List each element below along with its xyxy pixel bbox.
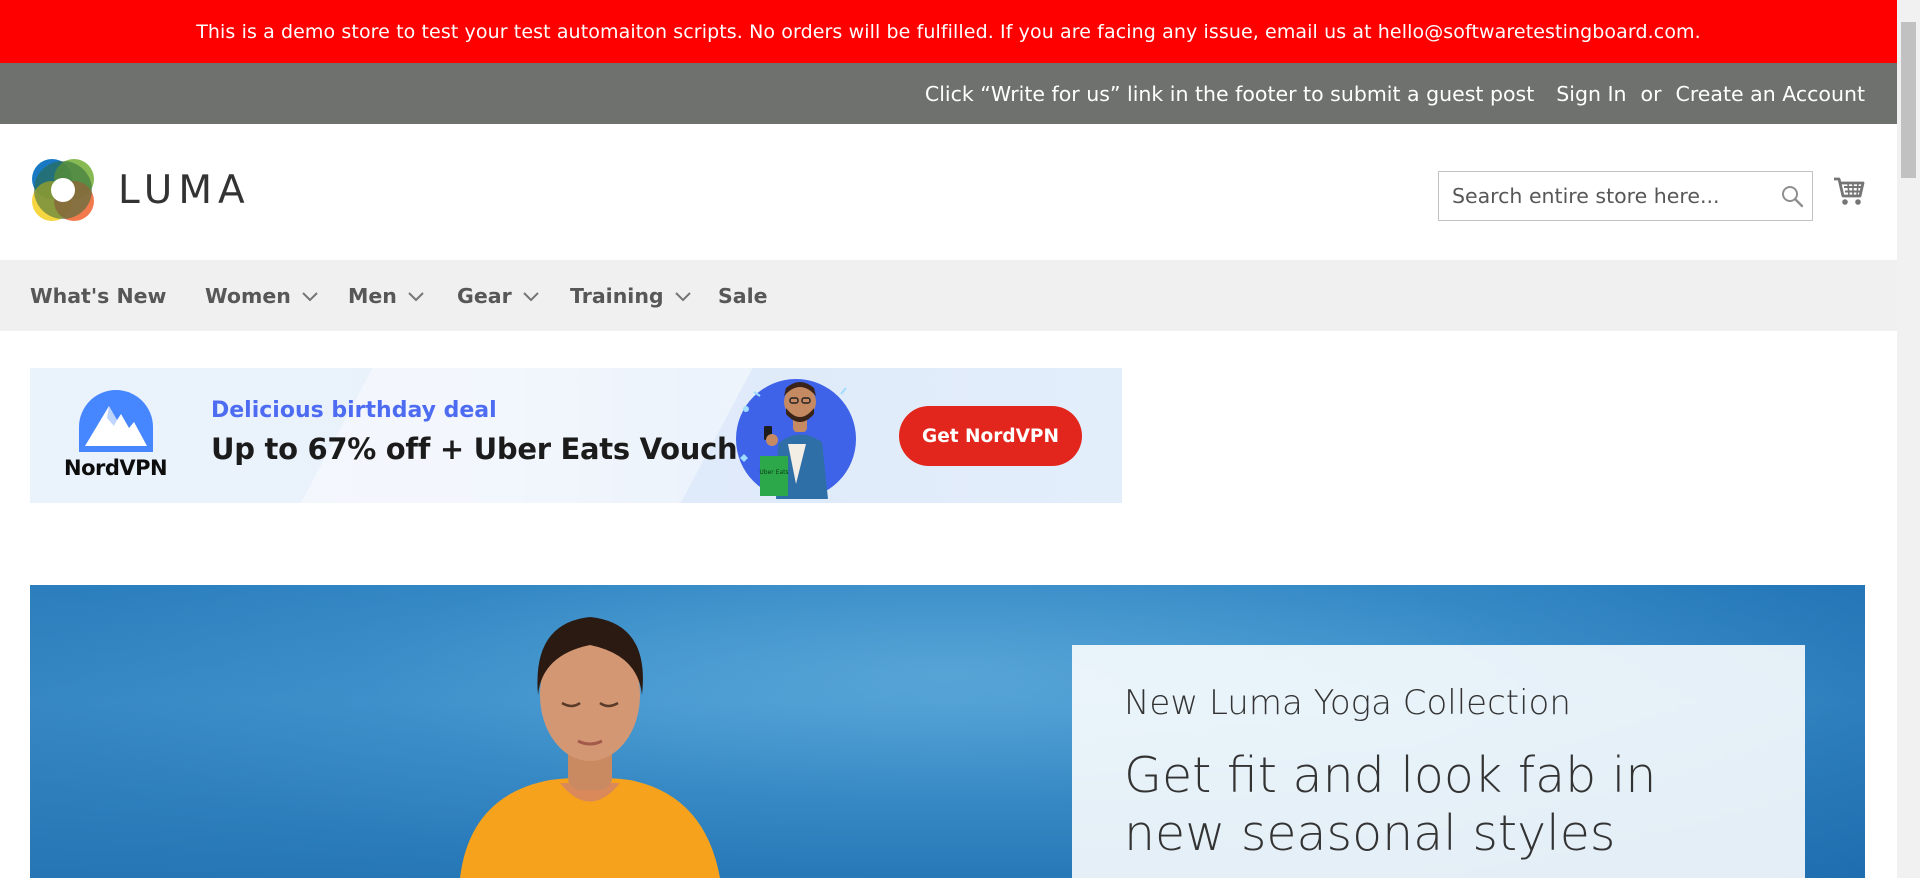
nav-item-women[interactable]: Women [205,260,319,331]
nav-item-label: Training [570,283,664,308]
ad-subtitle: Delicious birthday deal [211,398,497,423]
nav-item-label: Women [205,283,291,308]
scrollbar-thumb[interactable] [1901,22,1916,178]
main-navigation: What's New Women Men Gear Training Sale [0,260,1897,331]
hero-banner[interactable]: New Luma Yoga Collection Get fit and loo… [30,585,1865,878]
nordvpn-logo: NordVPN [64,390,168,480]
chevron-down-icon [674,290,692,302]
ad-headline: Up to 67% off + Uber Eats Voucher [211,432,771,466]
nav-item-men[interactable]: Men [348,260,425,331]
logo-text: LUMA [118,167,251,213]
nav-item-gear[interactable]: Gear [457,260,540,331]
search-input[interactable] [1439,172,1772,220]
chevron-down-icon [301,290,319,302]
bag-text: Uber Eats [759,469,788,476]
demo-notice-banner: This is a demo store to test your test a… [0,0,1897,63]
cart-icon[interactable] [1832,174,1866,212]
chevron-down-icon [522,290,540,302]
page-scrollbar[interactable] [1897,0,1920,878]
get-nordvpn-button[interactable]: Get NordVPN [899,406,1082,466]
nav-item-label: Men [348,283,397,308]
hero-collection-title: New Luma Yoga Collection [1124,683,1571,723]
guest-post-promo: Click “Write for us” link in the footer … [924,81,1535,106]
or-separator: or [1640,81,1662,106]
ad-person-image: Uber Eats [736,374,866,503]
hero-headline: Get fit and look fab in new seasonal sty… [1124,747,1657,862]
sign-in-link[interactable]: Sign In [1556,82,1626,106]
nav-item-whats-new[interactable]: What's New [30,260,166,331]
nav-item-sale[interactable]: Sale [718,260,768,331]
demo-notice-text: This is a demo store to test your test a… [196,20,1701,43]
nordvpn-brand-name: NordVPN [64,456,168,480]
nordvpn-mountain-icon [78,390,153,452]
search-icon[interactable] [1772,184,1812,208]
hero-woman-image [400,605,780,878]
nav-item-label: Gear [457,283,512,308]
store-logo[interactable]: LUMA [30,157,251,223]
luma-logo-icon [32,159,94,221]
nordvpn-ad-banner[interactable]: NordVPN Delicious birthday deal Up to 67… [30,368,1122,503]
hero-text-card: New Luma Yoga Collection Get fit and loo… [1072,645,1805,878]
nav-item-label: Sale [718,283,768,308]
nav-item-label: What's New [30,283,167,308]
panel-header: Click “Write for us” link in the footer … [0,63,1897,124]
chevron-down-icon [407,290,425,302]
search-box [1438,171,1813,221]
nav-item-training[interactable]: Training [570,260,692,331]
create-account-link[interactable]: Create an Account [1676,82,1865,106]
header-content: LUMA [0,124,1897,260]
